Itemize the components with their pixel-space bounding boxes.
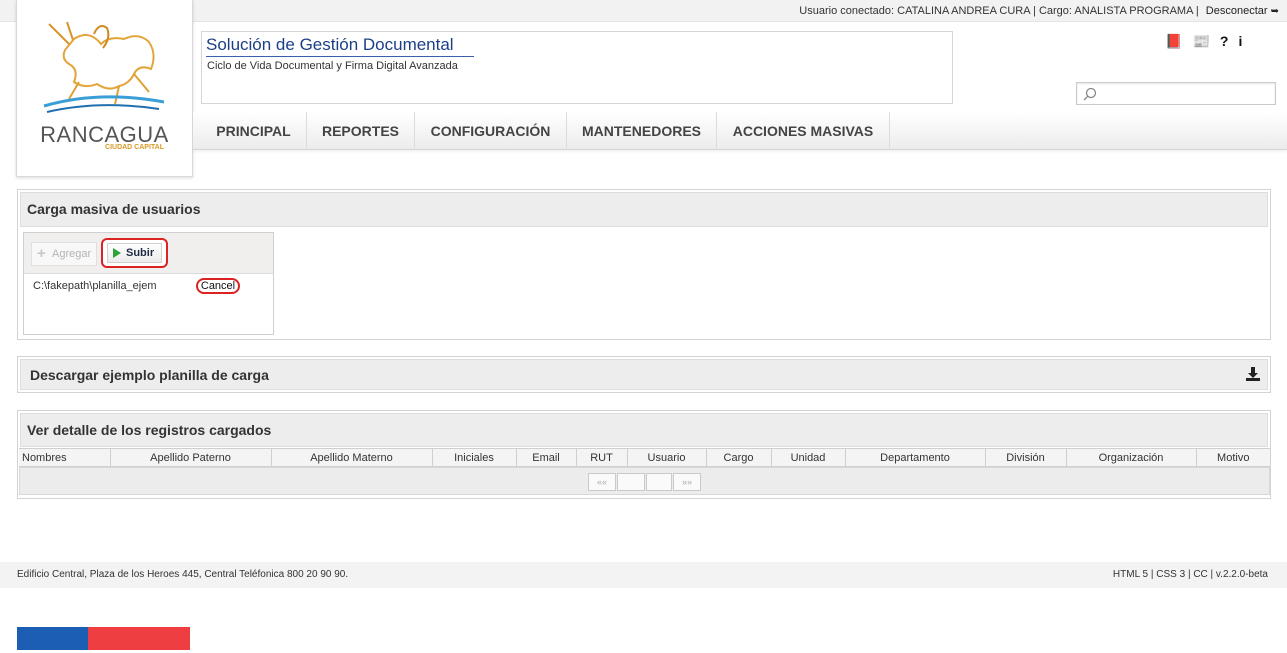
app-subtitle: Ciclo de Vida Documental y Firma Digital…	[207, 60, 458, 72]
search-icon	[1083, 87, 1097, 101]
info-icon[interactable]: i	[1238, 33, 1242, 49]
selected-file-name: C:\fakepath\planilla_ejem	[33, 280, 157, 292]
flag-stripe-blue	[17, 627, 88, 650]
pager-page-slot	[617, 473, 645, 491]
add-file-button[interactable]: + Agregar	[31, 242, 97, 266]
logout-icon: ➥	[1270, 6, 1279, 17]
add-file-label: Agregar	[52, 248, 92, 260]
column-header[interactable]: RUT	[576, 448, 628, 467]
nav-item-reportes[interactable]: REPORTES	[307, 112, 415, 150]
upload-panel-title: Carga masiva de usuarios	[20, 192, 1268, 227]
column-header[interactable]: Apellido Paterno	[110, 448, 272, 467]
column-header[interactable]: Organización	[1066, 448, 1197, 467]
manual-icon[interactable]: 📕	[1165, 33, 1182, 49]
main-nav: PRINCIPAL REPORTES CONFIGURACIÓN MANTENE…	[193, 112, 1287, 150]
column-header[interactable]: Departamento	[845, 448, 986, 467]
column-header[interactable]: División	[985, 448, 1067, 467]
upload-button[interactable]: Subir	[107, 243, 162, 263]
upload-button-highlight: Subir	[101, 238, 168, 268]
download-panel[interactable]: Descargar ejemplo planilla de carga	[17, 356, 1271, 393]
horse-rider-logo-icon	[43, 21, 165, 113]
logout-label[interactable]: Desconectar	[1206, 5, 1268, 17]
footer-address: Edificio Central, Plaza de los Heroes 44…	[17, 569, 349, 580]
column-header[interactable]: Usuario	[627, 448, 707, 467]
flag-stripe-red	[88, 627, 190, 650]
play-icon	[113, 248, 121, 258]
table-pager: «« »»	[19, 467, 1270, 495]
top-user-bar: Usuario conectado: CATALINA ANDREA CURA …	[0, 0, 1287, 22]
column-header[interactable]: Cargo	[706, 448, 772, 467]
upload-label: Subir	[126, 247, 155, 259]
column-header[interactable]: Apellido Materno	[271, 448, 433, 467]
file-uploader: + Agregar Subir C:\fakepath\planilla_eje…	[23, 232, 274, 335]
header-icons: 📕 📰 ? i	[1165, 33, 1255, 49]
column-header[interactable]: Unidad	[771, 448, 846, 467]
nav-item-configuracion[interactable]: CONFIGURACIÓN	[415, 112, 567, 150]
search-input[interactable]	[1099, 85, 1271, 102]
pager-page-slot	[646, 473, 672, 491]
records-table: Nombres Apellido Paterno Apellido Matern…	[19, 448, 1270, 467]
download-icon[interactable]	[1246, 367, 1260, 381]
plus-icon: +	[37, 245, 46, 262]
column-header[interactable]: Nombres	[19, 448, 111, 467]
uploader-toolbar: + Agregar Subir	[24, 233, 273, 274]
footer: Edificio Central, Plaza de los Heroes 44…	[0, 562, 1287, 588]
user-info: Usuario conectado: CATALINA ANDREA CURA …	[799, 5, 1199, 17]
table-header-row: Nombres Apellido Paterno Apellido Matern…	[19, 448, 1270, 467]
pager-next-button[interactable]: »»	[673, 473, 701, 491]
app-title-box: Solución de Gestión Documental Ciclo de …	[201, 31, 953, 104]
nav-item-mantenedores[interactable]: MANTENEDORES	[567, 112, 717, 150]
nav-item-principal[interactable]: PRINCIPAL	[201, 112, 307, 150]
search-box[interactable]	[1076, 82, 1276, 105]
city-logo[interactable]: RANCAGUA CIUDAD CAPITAL	[16, 0, 193, 177]
logo-subtitle: CIUDAD CAPITAL	[105, 144, 164, 151]
cancel-file-button[interactable]: Cancel	[196, 278, 240, 294]
footer-version: HTML 5 | CSS 3 | CC | v.2.2.0-beta	[1112, 569, 1268, 580]
help-icon[interactable]: ?	[1220, 33, 1229, 49]
detail-panel-title: Ver detalle de los registros cargados	[20, 413, 1268, 447]
nav-item-acciones-masivas[interactable]: ACCIONES MASIVAS	[717, 112, 890, 150]
download-panel-title: Descargar ejemplo planilla de carga	[20, 359, 1268, 390]
logout-link[interactable]: Desconectar ➥	[1206, 5, 1279, 17]
news-icon[interactable]: 📰	[1192, 33, 1209, 49]
pager-prev-button[interactable]: ««	[588, 473, 616, 491]
column-header[interactable]: Iniciales	[432, 448, 517, 467]
column-header[interactable]: Motivo	[1196, 448, 1270, 467]
app-title: Solución de Gestión Documental	[206, 35, 474, 57]
column-header[interactable]: Email	[516, 448, 577, 467]
